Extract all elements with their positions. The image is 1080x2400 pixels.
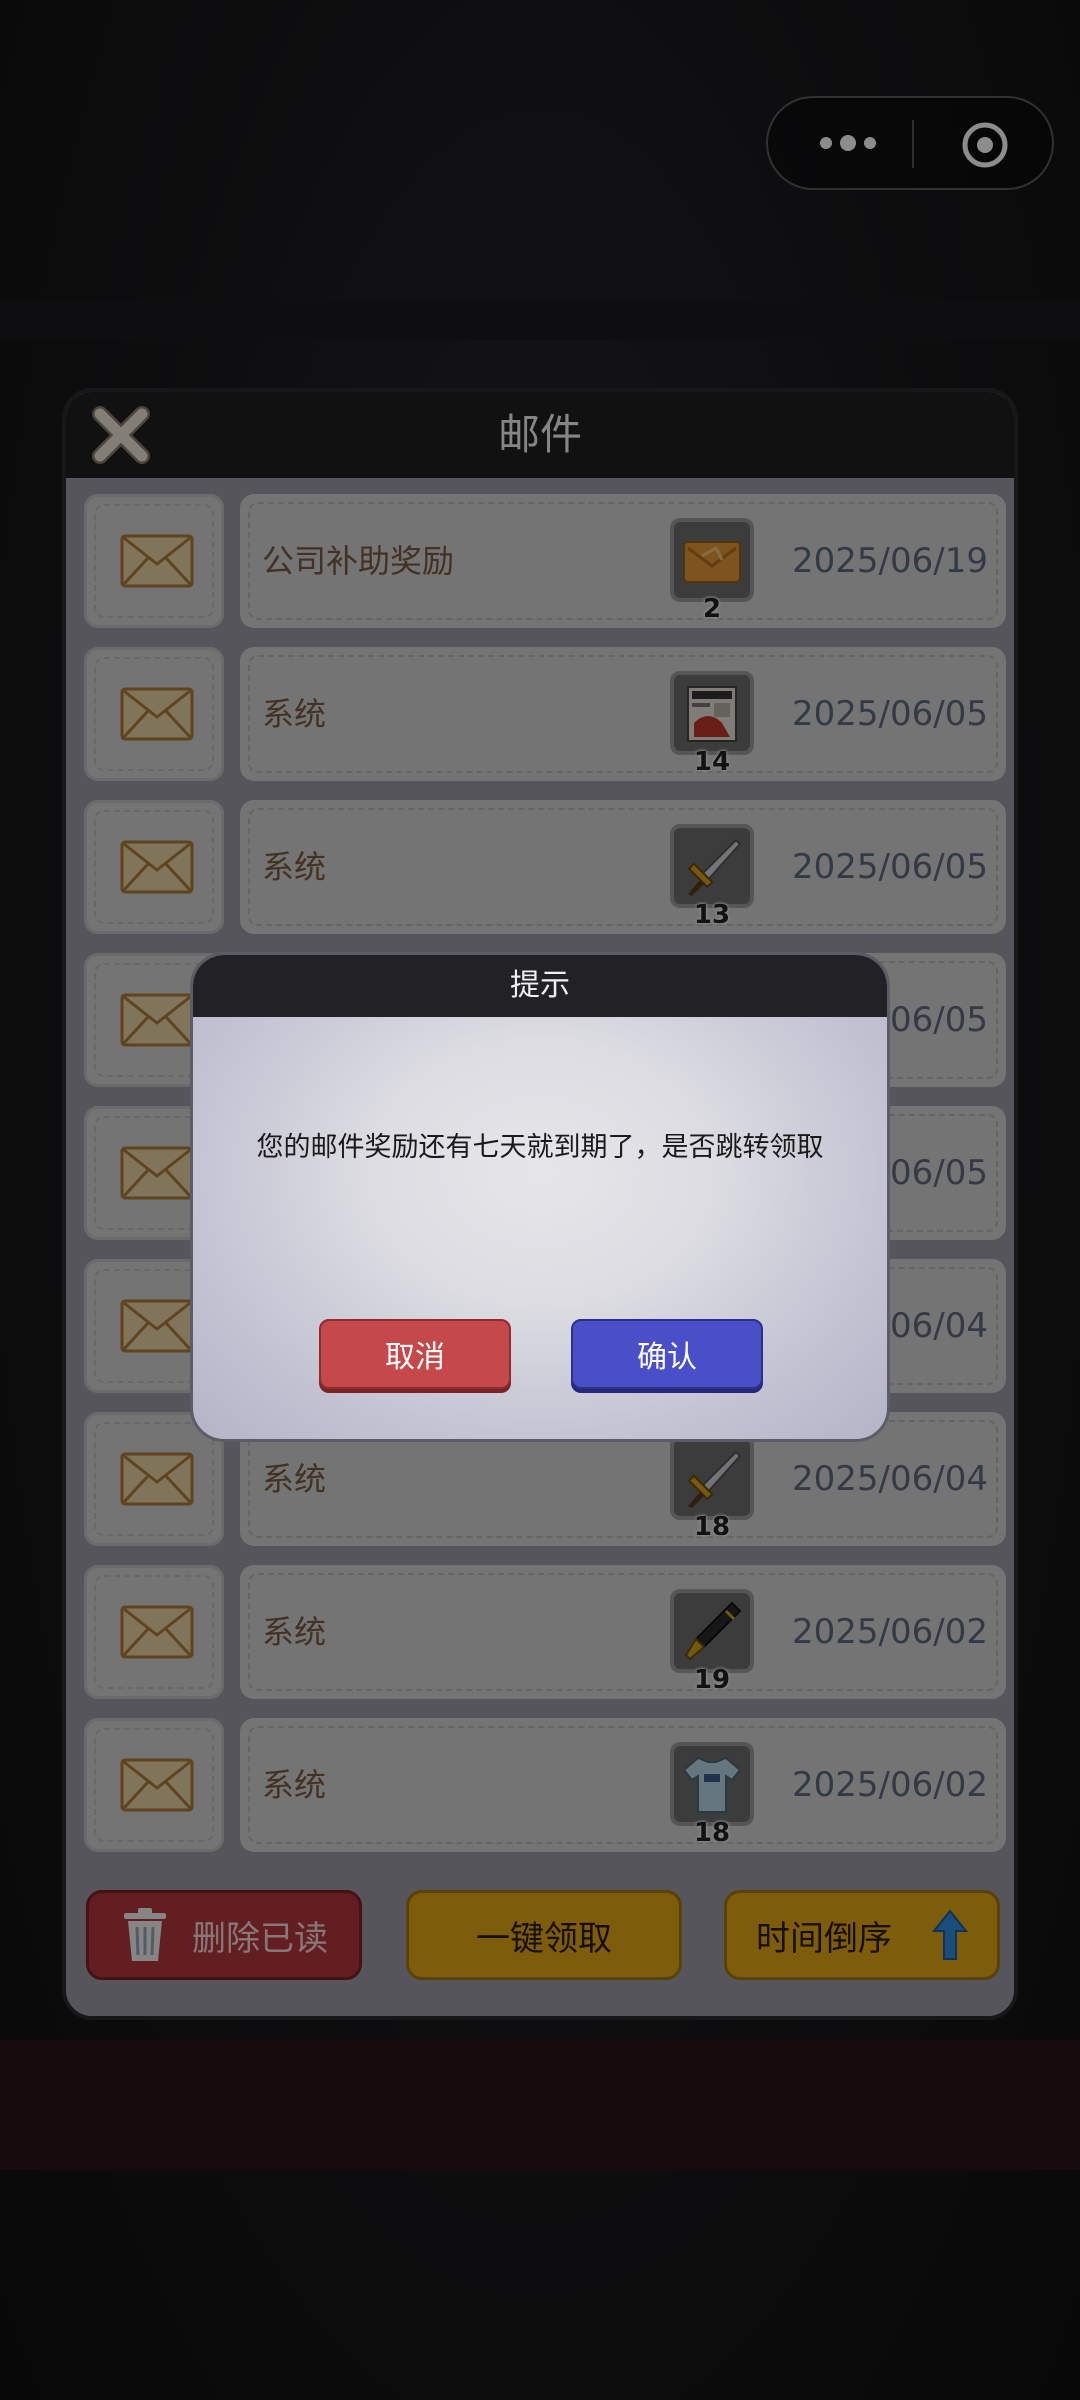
dialog-title: 提示 [510,968,570,1003]
confirm-button[interactable]: 确认 [571,1319,763,1389]
reminder-dialog: 提示 您的邮件奖励还有七天就到期了，是否跳转领取 取消 确认 [190,952,890,1442]
cancel-button[interactable]: 取消 [319,1319,511,1389]
dialog-message: 您的邮件奖励还有七天就到期了，是否跳转领取 [256,1132,824,1163]
